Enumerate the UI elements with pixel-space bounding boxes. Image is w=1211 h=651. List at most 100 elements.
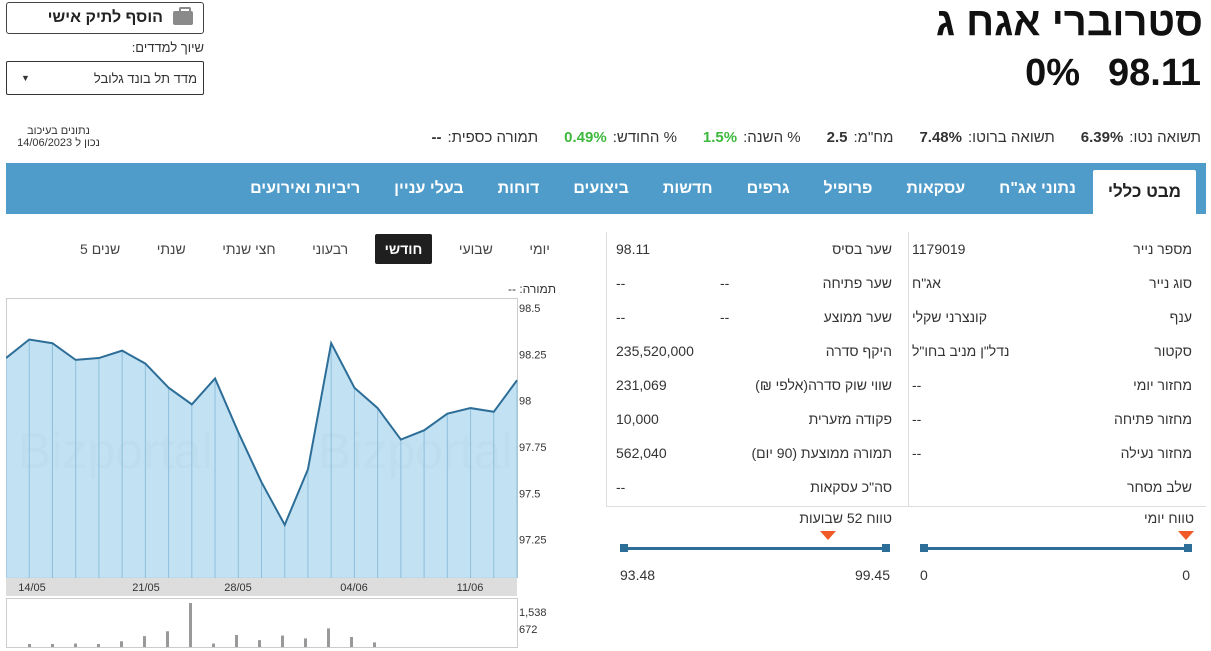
range-divider <box>606 506 1206 507</box>
info-value: 10,000 <box>616 411 659 427</box>
info-value: 1179019 <box>912 241 966 257</box>
info-label: מספר נייר <box>1133 241 1192 257</box>
daily-range-marker <box>1178 531 1194 540</box>
info-row: שער בסיס 98.11 <box>616 232 892 266</box>
info-value: 562,040 <box>616 445 667 461</box>
price-chart: BizportalBizportal98.598.259897.7597.597… <box>6 298 547 648</box>
volume-bar <box>189 603 192 647</box>
info-value: 98.11 <box>616 241 650 257</box>
stat-label: תשואה ברוטו: <box>968 129 1055 146</box>
info-row: תמורה ממוצעת (90 יום) 562,040 <box>616 436 892 470</box>
security-title: סטרוברי אגח ג <box>935 0 1203 44</box>
volume-bar <box>258 640 261 647</box>
index-select[interactable]: ▼ מדד תל בונד גלובל <box>6 61 204 95</box>
stat-item: תמורה כספית: -- <box>432 129 539 146</box>
column-divider <box>606 232 607 506</box>
info-label: פקודה מזערית <box>808 411 892 427</box>
info-value: -- <box>912 411 922 427</box>
info-value: -- <box>616 479 626 495</box>
info-label: תמורה ממוצעת (90 יום) <box>751 445 892 461</box>
stat-item: תשואה ברוטו: 7.48% <box>919 129 1054 146</box>
info-row: שלב מסחר <box>912 470 1192 504</box>
tab-item[interactable]: ריביות ואירועים <box>233 163 377 214</box>
x-axis-band <box>6 578 517 596</box>
period-option[interactable]: 5 שנים <box>70 234 130 264</box>
info-row: מחזור פתיחה -- <box>912 402 1192 436</box>
tab-item[interactable]: גרפים <box>730 163 807 214</box>
period-option[interactable]: רבעוני <box>302 234 358 264</box>
stat-value: 1.5% <box>702 129 738 146</box>
x-tick-label: 14/05 <box>18 582 46 594</box>
info-row: ענף קונצרני שקלי <box>912 300 1192 334</box>
y-tick-label: 97.5 <box>519 488 540 500</box>
stat-value: 0.49% <box>564 129 607 146</box>
tab-item[interactable]: פרופיל <box>806 163 889 214</box>
info-row: סקטור נדל"ן מניב בחו"ל <box>912 334 1192 368</box>
period-option[interactable]: שבועי <box>449 234 503 264</box>
info-value: נדל"ן מניב בחו"ל <box>912 343 1010 359</box>
y-tick-label: 97.75 <box>519 442 547 454</box>
stat-item: % השנה: 1.5% <box>703 129 801 146</box>
info-value: -- <box>616 275 626 291</box>
period-option[interactable]: שנתי <box>147 234 196 264</box>
week52-range-title: טווח 52 שבועות <box>799 510 892 526</box>
stat-item: תשואה נטו: 6.39% <box>1081 129 1201 146</box>
volume-bar <box>350 636 353 647</box>
daily-range-bar <box>920 544 1192 552</box>
info-label: שער בסיס <box>832 241 892 257</box>
stat-label: % החודש: <box>612 129 677 146</box>
info-label: ענף <box>1169 309 1192 325</box>
info-row: סה"כ עסקאות -- <box>616 470 892 504</box>
info-label: סה"כ עסקאות <box>810 479 892 495</box>
tab-item[interactable]: ביצועים <box>556 163 646 214</box>
tab-item[interactable]: בעלי עניין <box>377 163 481 214</box>
info-row: שער פתיחה -- -- <box>616 266 892 300</box>
week52-range-marker <box>820 531 836 540</box>
x-tick-label: 11/06 <box>457 582 484 594</box>
change-percent: 0% <box>1025 52 1080 94</box>
stat-label: מח"מ: <box>853 129 894 146</box>
info-value: 235,520,000 <box>616 343 694 359</box>
info-row: סוג נייר אג"ח <box>912 266 1192 300</box>
volume-bar <box>74 643 77 647</box>
y-tick-label: 97.25 <box>519 535 547 547</box>
index-label: שיוך למדדים: <box>131 40 204 55</box>
daily-range-title: טווח יומי <box>1143 510 1194 526</box>
volume-tick-label: 1,538 <box>519 607 547 619</box>
tab-item[interactable]: דוחות <box>481 163 557 214</box>
stat-label: תשואה נטו: <box>1129 129 1201 146</box>
tab-item[interactable]: מבט כללי <box>1092 170 1196 214</box>
tab-item[interactable]: נתוני אג"ח <box>982 163 1093 214</box>
info-label: מחזור פתיחה <box>1113 411 1192 427</box>
tab-item[interactable]: עסקאות <box>889 163 982 214</box>
info-label: שווי שוק סדרה(אלפי ₪) <box>755 377 892 393</box>
stat-value: -- <box>431 129 442 146</box>
volume-bar <box>281 635 284 647</box>
briefcase-icon <box>173 7 193 25</box>
period-option[interactable]: חודשי <box>374 234 433 264</box>
stat-label: % השנה: <box>743 129 801 146</box>
tab-item[interactable]: חדשות <box>646 163 730 214</box>
stat-value: 2.5 <box>826 129 848 146</box>
week52-range-low: 93.48 <box>620 567 656 583</box>
x-tick-label: 04/06 <box>340 582 368 594</box>
week52-range-high: 99.45 <box>854 567 890 583</box>
info-label: סוג נייר <box>1149 275 1192 291</box>
info-row: מחזור נעילה -- <box>912 436 1192 470</box>
period-option[interactable]: יומי <box>519 234 560 264</box>
main-tabs: מבט כללי נתוני אג"ח עסקאות פרופיל גרפים חדשות… <box>6 163 1206 214</box>
volume-tick-label: 672 <box>519 624 537 636</box>
info-value-secondary: -- <box>720 275 730 291</box>
add-to-portfolio-button[interactable]: הוסף לתיק אישי <box>6 2 204 34</box>
chevron-down-icon: ▼ <box>21 73 30 83</box>
volume-bar <box>304 638 307 647</box>
volume-bar <box>143 636 146 647</box>
stat-value: 7.48% <box>919 129 962 146</box>
volume-bar <box>235 634 238 647</box>
info-value: אג"ח <box>912 275 941 291</box>
volume-bar <box>120 641 123 647</box>
period-option[interactable]: חצי שנתי <box>212 234 285 264</box>
info-label: שער פתיחה <box>822 275 892 291</box>
volume-bar <box>97 644 100 647</box>
volume-bar <box>51 644 54 647</box>
